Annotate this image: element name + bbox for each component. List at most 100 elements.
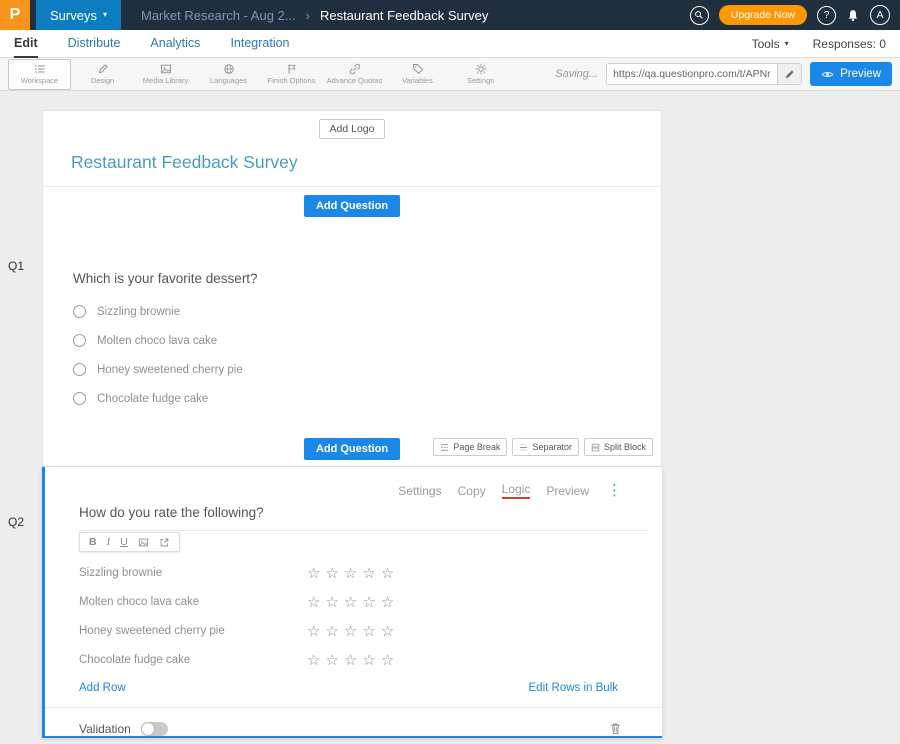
tab-integration[interactable]: Integration: [230, 30, 289, 58]
toolbar-item-workspace[interactable]: Workspace: [8, 59, 71, 90]
star-icon[interactable]: ☆: [381, 593, 394, 611]
star-icon[interactable]: ☆: [307, 564, 320, 582]
rating-row-label[interactable]: Molten choco lava cake: [79, 596, 307, 608]
add-row-link[interactable]: Add Row: [79, 682, 126, 694]
page-break-label: Page Break: [453, 442, 500, 452]
star-icon[interactable]: ☆: [362, 593, 375, 611]
tab-edit[interactable]: Edit: [14, 30, 38, 58]
question-settings-link[interactable]: Settings: [398, 484, 441, 498]
rating-row-label[interactable]: Sizzling brownie: [79, 567, 307, 579]
star-icon[interactable]: ☆: [325, 564, 338, 582]
star-icon[interactable]: ☆: [381, 622, 394, 640]
add-logo-button[interactable]: Add Logo: [319, 119, 386, 139]
underline-icon[interactable]: U: [120, 536, 128, 548]
preview-button[interactable]: Preview: [810, 62, 892, 86]
radio-button[interactable]: [73, 392, 86, 405]
star-icon[interactable]: ☆: [307, 593, 320, 611]
question-logic-link[interactable]: Logic: [502, 482, 531, 499]
option-label[interactable]: Sizzling brownie: [97, 306, 180, 318]
top-header: P Surveys ▾ Market Research - Aug 2... ›…: [0, 0, 900, 30]
page-break-button[interactable]: Page Break: [433, 438, 507, 456]
tab-distribute[interactable]: Distribute: [68, 30, 121, 58]
validation-toggle[interactable]: [141, 722, 168, 736]
add-question-row-bottom: Add Question Page Break: [43, 436, 661, 462]
logo-row: Add Logo: [43, 111, 661, 139]
help-icon[interactable]: ?: [817, 6, 836, 25]
star-icon[interactable]: ☆: [362, 622, 375, 640]
star-icon[interactable]: ☆: [362, 564, 375, 582]
survey-title[interactable]: Restaurant Feedback Survey: [71, 152, 661, 173]
toolbar-item-languages[interactable]: Languages: [197, 59, 260, 90]
star-icon[interactable]: ☆: [325, 593, 338, 611]
upgrade-now-button[interactable]: Upgrade Now: [719, 5, 807, 25]
toolbar-item-media-library[interactable]: Media Library: [134, 59, 197, 90]
question-1-text[interactable]: Which is your favorite dessert?: [73, 271, 661, 286]
star-icon[interactable]: ☆: [344, 593, 357, 611]
star-icon[interactable]: ☆: [362, 651, 375, 669]
option-label[interactable]: Chocolate fudge cake: [97, 393, 208, 405]
external-link-icon[interactable]: [159, 537, 170, 548]
toolbar-item-settings[interactable]: Settings: [449, 59, 512, 90]
question-copy-link[interactable]: Copy: [458, 484, 486, 498]
split-block-button[interactable]: Split Block: [584, 438, 653, 456]
bold-icon[interactable]: B: [89, 536, 97, 548]
tools-label: Tools: [752, 37, 780, 51]
star-icon[interactable]: ☆: [381, 564, 394, 582]
variables-icon: [412, 63, 424, 75]
add-question-button-top[interactable]: Add Question: [304, 195, 400, 217]
question-number-q2: Q2: [8, 515, 24, 529]
rating-row-label[interactable]: Honey sweetened cherry pie: [79, 625, 307, 637]
surveys-menu-button[interactable]: Surveys ▾: [36, 0, 121, 30]
star-icon[interactable]: ☆: [381, 651, 394, 669]
search-icon[interactable]: [690, 6, 709, 25]
toolbar-item-variables[interactable]: Variables: [386, 59, 449, 90]
avatar[interactable]: A: [870, 5, 890, 25]
rating-row-label[interactable]: Chocolate fudge cake: [79, 654, 307, 666]
trash-glyph: [609, 721, 622, 736]
add-question-button-bottom[interactable]: Add Question: [304, 438, 400, 460]
option-label[interactable]: Molten choco lava cake: [97, 335, 217, 347]
notifications-bell-icon[interactable]: [846, 8, 860, 23]
bell-glyph: [846, 8, 860, 23]
toolbar-item-label: Settings: [467, 76, 494, 85]
star-icon[interactable]: ☆: [307, 622, 320, 640]
star-rating: ☆ ☆ ☆ ☆ ☆: [307, 651, 394, 669]
question-preview-link[interactable]: Preview: [546, 484, 589, 498]
more-options-icon[interactable]: ⋮: [607, 483, 622, 498]
survey-block-2-selected[interactable]: Settings Copy Logic Preview ⋮ How do you…: [42, 467, 662, 738]
workspace-icon: [34, 63, 46, 75]
separator-button[interactable]: Separator: [512, 438, 579, 456]
italic-icon[interactable]: I: [107, 537, 111, 548]
breadcrumb-parent-survey[interactable]: Market Research - Aug 2...: [141, 8, 296, 23]
section-nav-right: Tools ▾ Responses: 0: [752, 37, 886, 51]
responses-count: Responses: 0: [813, 37, 886, 51]
option-label[interactable]: Honey sweetened cherry pie: [97, 364, 243, 376]
radio-button[interactable]: [73, 334, 86, 347]
row-actions: Add Row Edit Rows in Bulk: [45, 674, 662, 694]
breadcrumb: Market Research - Aug 2... › Restaurant …: [141, 8, 488, 23]
survey-url-input[interactable]: [607, 64, 777, 84]
survey-canvas: Q1 Q2 Add Logo Restaurant Feedback Surve…: [0, 91, 900, 744]
insert-image-icon[interactable]: [138, 537, 149, 548]
block-actions: Page Break Separator: [433, 438, 653, 456]
edit-url-pencil-icon[interactable]: [777, 63, 801, 85]
option-row: Molten choco lava cake: [73, 334, 661, 347]
toolbar-item-finish-options[interactable]: Finish Options: [260, 59, 323, 90]
radio-button[interactable]: [73, 363, 86, 376]
tools-menu[interactable]: Tools ▾: [752, 37, 789, 51]
star-icon[interactable]: ☆: [307, 651, 320, 669]
questionpro-logo[interactable]: P: [0, 0, 30, 30]
question-1[interactable]: Which is your favorite dessert? Sizzling…: [73, 271, 661, 405]
question-2-text[interactable]: How do you rate the following?: [79, 505, 648, 531]
star-icon[interactable]: ☆: [344, 622, 357, 640]
radio-button[interactable]: [73, 305, 86, 318]
star-icon[interactable]: ☆: [344, 564, 357, 582]
star-icon[interactable]: ☆: [325, 651, 338, 669]
delete-question-icon[interactable]: [609, 721, 622, 736]
toolbar-item-advance-quotas[interactable]: Advance Quotas: [323, 59, 386, 90]
star-icon[interactable]: ☆: [325, 622, 338, 640]
tab-analytics[interactable]: Analytics: [150, 30, 200, 58]
star-icon[interactable]: ☆: [344, 651, 357, 669]
edit-rows-in-bulk-link[interactable]: Edit Rows in Bulk: [529, 682, 618, 694]
toolbar-item-design[interactable]: Design: [71, 59, 134, 90]
